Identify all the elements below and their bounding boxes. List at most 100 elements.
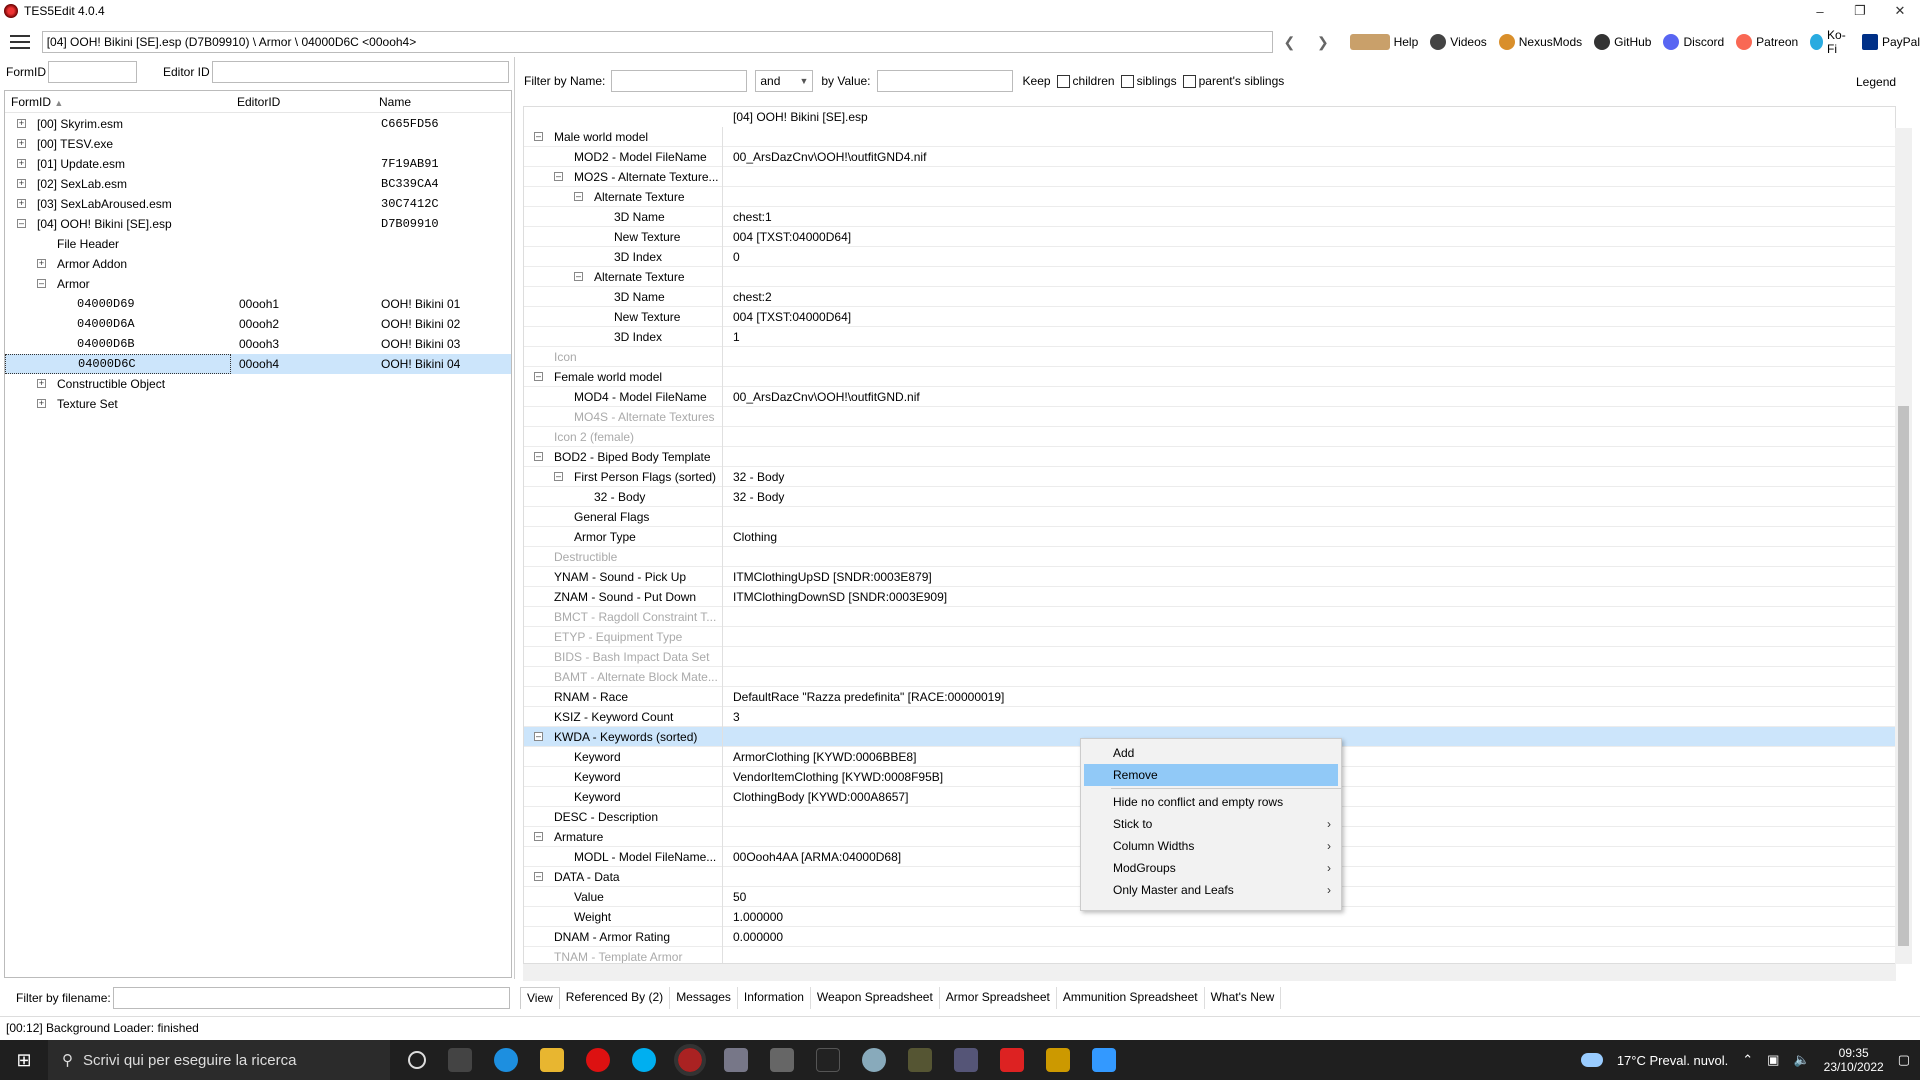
forward-arrow-icon[interactable]: ❯ bbox=[1306, 34, 1339, 51]
grid-row[interactable]: ZNAM - Sound - Put Down ITMClothingDownSD… bbox=[524, 586, 1895, 607]
expand-icon[interactable]: + bbox=[17, 159, 26, 168]
field-value[interactable]: 00_ArsDazCnv\OOH!\outfitGND4.nif bbox=[723, 150, 926, 164]
menu-column-widths[interactable]: Column Widths › bbox=[1081, 835, 1341, 857]
grid-row[interactable]: Armor Type Clothing bbox=[524, 526, 1895, 547]
collapse-icon[interactable]: – bbox=[554, 471, 563, 481]
grid-row[interactable]: 3D Index 0 bbox=[524, 246, 1895, 267]
collapse-icon[interactable]: – bbox=[574, 191, 583, 201]
grid-row[interactable]: DNAM - Armor Rating 0.000000 bbox=[524, 926, 1895, 947]
formid-input[interactable] bbox=[48, 61, 137, 83]
tab-view[interactable]: View bbox=[520, 987, 560, 1009]
app-icon-2[interactable] bbox=[770, 1048, 794, 1072]
grid-row[interactable]: – MO2S - Alternate Texture... bbox=[524, 166, 1895, 187]
field-value[interactable]: 3 bbox=[723, 710, 740, 724]
tree-row[interactable]: – Armor bbox=[5, 274, 511, 294]
grid-row[interactable]: BAMT - Alternate Block Mate... bbox=[524, 666, 1895, 687]
expand-icon[interactable]: + bbox=[37, 379, 46, 388]
tree-row-selected[interactable]: 04000D6C 00ooh4 OOH! Bikini 04 bbox=[5, 354, 511, 374]
grid-row[interactable]: ETYP - Equipment Type bbox=[524, 626, 1895, 647]
field-value[interactable]: 0.000000 bbox=[723, 930, 783, 944]
editorid-input[interactable] bbox=[212, 61, 509, 83]
menu-modgroups[interactable]: ModGroups › bbox=[1081, 857, 1341, 879]
network-icon[interactable]: ▣ bbox=[1767, 1052, 1779, 1068]
tes5edit-taskbar-icon[interactable] bbox=[674, 1044, 706, 1076]
grid-row[interactable]: New Texture 004 [TXST:04000D64] bbox=[524, 306, 1895, 327]
clock[interactable]: 09:35 23/10/2022 bbox=[1824, 1046, 1884, 1074]
edge-icon[interactable] bbox=[494, 1048, 518, 1072]
app-icon-1[interactable] bbox=[724, 1048, 748, 1072]
horizontal-scrollbar[interactable] bbox=[523, 964, 1896, 981]
collapse-icon[interactable]: – bbox=[574, 271, 583, 281]
app-icon-4[interactable] bbox=[862, 1048, 886, 1072]
filter-operator-select[interactable]: and ▼ bbox=[755, 70, 814, 92]
expand-icon[interactable]: + bbox=[17, 179, 26, 188]
field-value[interactable]: 1 bbox=[723, 330, 740, 344]
field-value[interactable]: 32 - Body bbox=[723, 470, 784, 484]
field-value[interactable]: VendorItemClothing [KYWD:0008F95B] bbox=[723, 770, 943, 784]
grid-row[interactable]: Destructible bbox=[524, 546, 1895, 567]
collapse-icon[interactable]: – bbox=[534, 371, 543, 381]
tray-chevron-icon[interactable]: ⌃ bbox=[1742, 1052, 1753, 1068]
grid-row[interactable]: MOD2 - Model FileName 00_ArsDazCnv\OOH!\o… bbox=[524, 146, 1895, 167]
tree-row[interactable]: + [02] SexLab.esm BC339CA4 bbox=[5, 174, 511, 194]
github-link[interactable]: GitHub bbox=[1594, 34, 1651, 50]
videos-link[interactable]: Videos bbox=[1430, 34, 1487, 50]
expand-icon[interactable]: + bbox=[17, 119, 26, 128]
grid-row[interactable]: TNAM - Template Armor bbox=[524, 946, 1895, 963]
paypal-link[interactable]: PayPal bbox=[1861, 34, 1920, 50]
expand-icon[interactable]: + bbox=[17, 199, 26, 208]
grid-row[interactable]: BIDS - Bash Impact Data Set bbox=[524, 646, 1895, 667]
volume-icon[interactable]: 🔈 bbox=[1793, 1052, 1809, 1068]
grid-row[interactable]: – BOD2 - Biped Body Template bbox=[524, 446, 1895, 467]
collapse-icon[interactable]: – bbox=[534, 451, 543, 461]
tree-row[interactable]: File Header bbox=[5, 234, 511, 254]
notification-icon[interactable]: ▢ bbox=[1898, 1052, 1910, 1068]
back-arrow-icon[interactable]: ❮ bbox=[1273, 34, 1306, 51]
grid-row[interactable]: 3D Name chest:1 bbox=[524, 206, 1895, 227]
tab-ammunition-spreadsheet[interactable]: Ammunition Spreadsheet bbox=[1057, 987, 1205, 1009]
task-view-icon[interactable] bbox=[448, 1048, 472, 1072]
field-value[interactable]: 00_ArsDazCnv\OOH!\outfitGND.nif bbox=[723, 390, 920, 404]
grid-row[interactable]: MOD4 - Model FileName 00_ArsDazCnv\OOH!\o… bbox=[524, 386, 1895, 407]
column-formid[interactable]: FormID ▲ bbox=[5, 95, 231, 109]
field-value[interactable]: 004 [TXST:04000D64] bbox=[723, 230, 851, 244]
grid-row[interactable]: MO4S - Alternate Textures bbox=[524, 406, 1895, 427]
menu-stick-to[interactable]: Stick to › bbox=[1081, 813, 1341, 835]
taskbar-search[interactable]: ⚲ Scrivi qui per eseguire la ricerca bbox=[48, 1040, 390, 1080]
app-icon-9[interactable] bbox=[1092, 1048, 1116, 1072]
app-icon-8[interactable] bbox=[1046, 1048, 1070, 1072]
grid-row[interactable]: Icon bbox=[524, 346, 1895, 367]
legend-button[interactable]: Legend bbox=[1856, 75, 1896, 89]
grid-row[interactable]: – Alternate Texture bbox=[524, 266, 1895, 287]
menu-add[interactable]: Add bbox=[1081, 742, 1341, 764]
cortana-icon[interactable] bbox=[408, 1051, 426, 1069]
app-icon-3[interactable] bbox=[816, 1048, 840, 1072]
discord-link[interactable]: Discord bbox=[1663, 34, 1724, 50]
close-button[interactable]: ✕ bbox=[1880, 0, 1920, 22]
grid-row[interactable]: 32 - Body 32 - Body bbox=[524, 486, 1895, 507]
field-value[interactable]: Clothing bbox=[723, 530, 777, 544]
tree-row[interactable]: – [04] OOH! Bikini [SE].esp D7B09910 bbox=[5, 214, 511, 234]
grid-row[interactable]: 3D Index 1 bbox=[524, 326, 1895, 347]
tree-row[interactable]: + Armor Addon bbox=[5, 254, 511, 274]
grid-row[interactable]: Icon 2 (female) bbox=[524, 426, 1895, 447]
grid-row[interactable]: RNAM - Race DefaultRace "Razza predefinit… bbox=[524, 686, 1895, 707]
menu-only-master[interactable]: Only Master and Leafs › bbox=[1081, 879, 1341, 901]
scroll-thumb[interactable] bbox=[1898, 406, 1909, 946]
tab-whats-new[interactable]: What's New bbox=[1205, 987, 1282, 1009]
children-checkbox[interactable] bbox=[1056, 74, 1070, 88]
tab-messages[interactable]: Messages bbox=[670, 987, 738, 1009]
nexusmods-link[interactable]: NexusMods bbox=[1498, 34, 1582, 50]
field-value[interactable]: 0 bbox=[723, 250, 740, 264]
tree-row[interactable]: 04000D69 00ooh1 OOH! Bikini 01 bbox=[5, 294, 511, 314]
tree-row[interactable]: 04000D6B 00ooh3 OOH! Bikini 03 bbox=[5, 334, 511, 354]
help-link[interactable]: Help bbox=[1349, 34, 1418, 50]
tree-row[interactable]: + [03] SexLabAroused.esm 30C7412C bbox=[5, 194, 511, 214]
field-value[interactable]: chest:1 bbox=[723, 210, 772, 224]
file-explorer-icon[interactable] bbox=[540, 1048, 564, 1072]
field-value[interactable]: ClothingBody [KYWD:000A8657] bbox=[723, 790, 908, 804]
opera-icon[interactable] bbox=[586, 1048, 610, 1072]
field-value[interactable]: ArmorClothing [KYWD:0006BBE8] bbox=[723, 750, 916, 764]
app-icon-5[interactable] bbox=[908, 1048, 932, 1072]
grid-row[interactable]: General Flags bbox=[524, 506, 1895, 527]
